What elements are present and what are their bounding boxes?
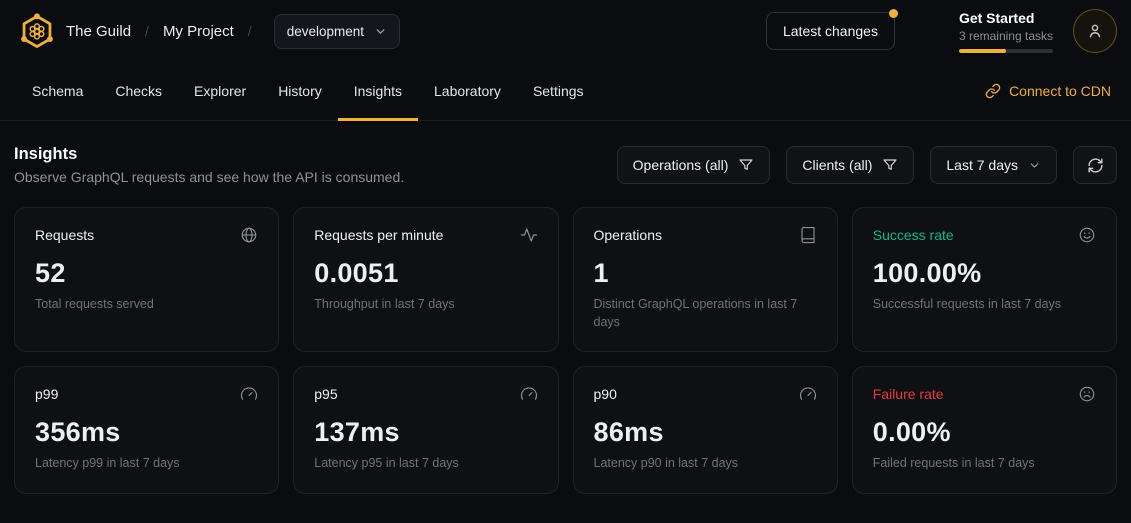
tab-explorer[interactable]: Explorer: [178, 62, 262, 120]
user-icon: [1085, 21, 1105, 41]
card-value: 356ms: [35, 417, 258, 448]
refresh-button[interactable]: [1073, 146, 1117, 184]
project-nav: Schema Checks Explorer History Insights …: [0, 62, 1131, 121]
card-description: Latency p95 in last 7 days: [314, 455, 537, 473]
breadcrumb-org[interactable]: The Guild: [66, 23, 131, 40]
page-title: Insights: [14, 145, 404, 164]
filters-toolbar: Operations (all) Clients (all) Last 7 da…: [617, 146, 1117, 184]
tab-schema[interactable]: Schema: [16, 62, 99, 120]
card-description: Latency p99 in last 7 days: [35, 455, 258, 473]
clients-filter-label: Clients (all): [802, 157, 872, 173]
gauge-icon: [799, 385, 817, 403]
stat-card-p90: p90 86ms Latency p90 in last 7 days: [573, 366, 838, 494]
card-title: Success rate: [873, 227, 954, 243]
card-description: Latency p90 in last 7 days: [594, 455, 817, 473]
tab-insights[interactable]: Insights: [338, 62, 418, 120]
connect-to-cdn-label: Connect to CDN: [1009, 83, 1111, 99]
target-selector[interactable]: development: [274, 14, 400, 49]
stat-card-p99: p99 356ms Latency p99 in last 7 days: [14, 366, 279, 494]
get-started-widget[interactable]: Get Started 3 remaining tasks: [959, 10, 1053, 53]
card-title: Operations: [594, 227, 662, 243]
operations-filter-label: Operations (all): [633, 157, 729, 173]
get-started-progress-fill: [959, 49, 1006, 53]
card-description: Distinct GraphQL operations in last 7 da…: [594, 296, 817, 331]
smile-icon: [1078, 226, 1096, 244]
card-title: p90: [594, 386, 617, 402]
card-description: Failed requests in last 7 days: [873, 455, 1096, 473]
period-selector[interactable]: Last 7 days: [930, 146, 1057, 184]
page-header: Insights Observe GraphQL requests and se…: [14, 145, 404, 185]
period-selector-label: Last 7 days: [946, 157, 1018, 173]
latest-changes-label: Latest changes: [783, 23, 878, 39]
stat-card-operations: Operations 1 Distinct GraphQL operations…: [573, 207, 838, 352]
book-icon: [799, 226, 817, 244]
card-title: p99: [35, 386, 58, 402]
top-bar: The Guild / My Project / development Lat…: [0, 0, 1131, 62]
breadcrumb-separator: /: [145, 23, 149, 39]
chevron-down-icon: [374, 25, 387, 38]
get-started-progress-track: [959, 49, 1053, 53]
gauge-icon: [240, 385, 258, 403]
tab-history[interactable]: History: [262, 62, 338, 120]
activity-icon: [520, 226, 538, 244]
card-value: 86ms: [594, 417, 817, 448]
get-started-title: Get Started: [959, 10, 1053, 26]
stat-card-success-rate: Success rate 100.00% Successful requests…: [852, 207, 1117, 352]
card-title: Failure rate: [873, 386, 944, 402]
insights-page: Insights Observe GraphQL requests and se…: [0, 145, 1131, 494]
card-title: Requests: [35, 227, 94, 243]
latest-changes-button[interactable]: Latest changes: [766, 12, 895, 50]
card-title: Requests per minute: [314, 227, 443, 243]
tab-settings[interactable]: Settings: [517, 62, 600, 120]
stat-card-p95: p95 137ms Latency p95 in last 7 days: [293, 366, 558, 494]
tab-checks[interactable]: Checks: [99, 62, 178, 120]
card-description: Total requests served: [35, 296, 258, 314]
frown-icon: [1078, 385, 1096, 403]
notification-dot: [889, 9, 898, 18]
stat-card-requests: Requests 52 Total requests served: [14, 207, 279, 352]
card-value: 0.0051: [314, 258, 537, 289]
card-title: p95: [314, 386, 337, 402]
user-avatar[interactable]: [1073, 9, 1117, 53]
get-started-remaining: 3 remaining tasks: [959, 29, 1053, 43]
card-value: 137ms: [314, 417, 537, 448]
stats-grid: Requests 52 Total requests served Reques…: [14, 207, 1117, 494]
breadcrumb-project[interactable]: My Project: [163, 23, 234, 40]
clients-filter-button[interactable]: Clients (all): [786, 146, 914, 184]
breadcrumb: The Guild / My Project /: [62, 23, 262, 40]
globe-icon: [240, 226, 258, 244]
card-value: 52: [35, 258, 258, 289]
stat-card-rpm: Requests per minute 0.0051 Throughput in…: [293, 207, 558, 352]
tab-laboratory[interactable]: Laboratory: [418, 62, 517, 120]
gauge-icon: [520, 385, 538, 403]
filter-icon: [882, 157, 898, 173]
chevron-down-icon: [1028, 159, 1041, 172]
connect-to-cdn-link[interactable]: Connect to CDN: [981, 62, 1115, 120]
card-description: Throughput in last 7 days: [314, 296, 537, 314]
target-selector-value: development: [287, 24, 364, 39]
stat-card-failure-rate: Failure rate 0.00% Failed requests in la…: [852, 366, 1117, 494]
hive-logo[interactable]: [18, 12, 56, 50]
filter-icon: [738, 157, 754, 173]
operations-filter-button[interactable]: Operations (all): [617, 146, 771, 184]
card-value: 0.00%: [873, 417, 1096, 448]
link-icon: [985, 83, 1001, 99]
card-value: 100.00%: [873, 258, 1096, 289]
breadcrumb-separator: /: [248, 23, 252, 39]
card-value: 1: [594, 258, 817, 289]
page-subtitle: Observe GraphQL requests and see how the…: [14, 169, 404, 185]
card-description: Successful requests in last 7 days: [873, 296, 1096, 314]
refresh-icon: [1087, 157, 1104, 174]
